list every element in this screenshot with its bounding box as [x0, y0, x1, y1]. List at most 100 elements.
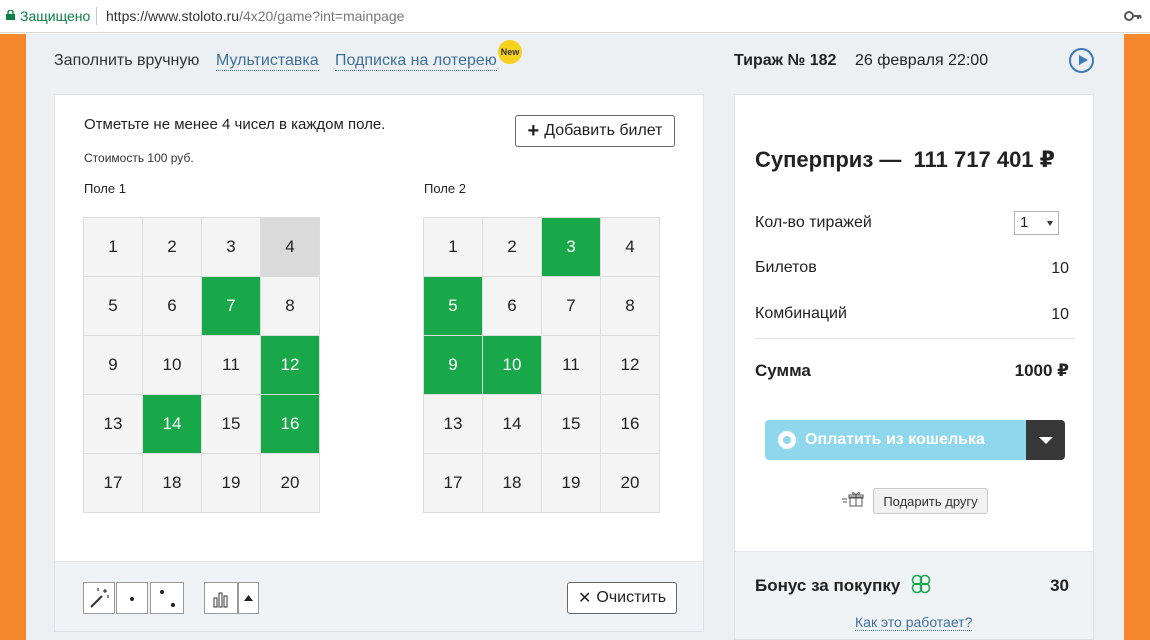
- number-cell[interactable]: 4: [601, 218, 660, 277]
- number-cell[interactable]: 3: [542, 218, 601, 277]
- number-cell[interactable]: 17: [424, 454, 483, 513]
- number-cell[interactable]: 17: [84, 454, 143, 513]
- number-cell[interactable]: 16: [601, 395, 660, 454]
- superprize-value: 111 717 401 ₽: [913, 147, 1055, 172]
- url-base: https://www.stoloto.ru: [106, 8, 240, 24]
- gift-icon: [842, 492, 864, 507]
- clear-label: Очистить: [596, 589, 667, 606]
- wallet-icon: [778, 431, 796, 449]
- number-cell[interactable]: 20: [261, 454, 320, 513]
- caret-up-icon: [244, 595, 253, 601]
- how-it-works-link[interactable]: Как это работает?: [855, 614, 973, 631]
- tab-multibet[interactable]: Мультиставка: [216, 52, 319, 71]
- bar-chart-icon: [213, 592, 228, 608]
- number-cell[interactable]: 18: [143, 454, 202, 513]
- ticket-cost: Стоимость 100 руб.: [84, 151, 194, 165]
- number-cell[interactable]: 6: [483, 277, 542, 336]
- pay-wallet-label: Оплатить из кошелька: [805, 431, 985, 448]
- number-cell[interactable]: 5: [84, 277, 143, 336]
- number-cell[interactable]: 9: [84, 336, 143, 395]
- number-cell[interactable]: 1: [424, 218, 483, 277]
- number-cell[interactable]: 8: [601, 277, 660, 336]
- payment-options-dropdown[interactable]: [1026, 420, 1065, 460]
- number-cell[interactable]: 14: [143, 395, 202, 454]
- tab-manual-fill[interactable]: Заполнить вручную: [54, 52, 199, 70]
- ticket-instruction: Отметьте не менее 4 чисел в каждом поле.: [84, 116, 386, 133]
- field-1-grid: 1 2 3 4 5 6 7 8 9 10 11 12 13 14 15 16 17 18 19 20: [83, 217, 320, 513]
- number-cell[interactable]: 6: [143, 277, 202, 336]
- two-dots-icon: [160, 590, 175, 607]
- purchase-summary-panel: Суперприз — 111 717 401 ₽ Кол-во тиражей…: [734, 94, 1094, 640]
- sum-label: Сумма: [755, 361, 811, 380]
- number-cell[interactable]: 13: [84, 395, 143, 454]
- draws-count-value: 1: [1020, 214, 1029, 231]
- number-cell[interactable]: 19: [202, 454, 261, 513]
- address-separator: [96, 7, 97, 25]
- tickets-label: Билетов: [755, 259, 817, 276]
- number-cell[interactable]: 15: [202, 395, 261, 454]
- play-icon[interactable]: [1069, 48, 1094, 73]
- field-2-label: Поле 2: [424, 181, 466, 196]
- page-side-right: [1124, 34, 1150, 640]
- stats-button[interactable]: [204, 582, 238, 614]
- expand-button[interactable]: [238, 582, 259, 614]
- superprize-label: Суперприз —: [755, 147, 902, 172]
- number-cell[interactable]: 5: [424, 277, 483, 336]
- number-cell[interactable]: 8: [261, 277, 320, 336]
- field-1-label: Поле 1: [84, 181, 126, 196]
- number-cell[interactable]: 10: [483, 336, 542, 395]
- field-2-grid: 1 2 3 4 5 6 7 8 9 10 11 12 13 14 15 16 17 18 19 20: [423, 217, 660, 513]
- number-cell[interactable]: 9: [424, 336, 483, 395]
- one-dot-icon: [130, 597, 134, 601]
- gift-friend-button[interactable]: Подарить другу: [873, 488, 988, 514]
- number-cell[interactable]: 1: [84, 218, 143, 277]
- url-path: /4x20/game?int=mainpage: [239, 8, 405, 24]
- combinations-label: Комбинаций: [755, 305, 847, 322]
- key-icon[interactable]: [1124, 9, 1142, 23]
- draws-count-select[interactable]: 1: [1014, 211, 1059, 235]
- number-cell[interactable]: 2: [143, 218, 202, 277]
- number-cell[interactable]: 7: [202, 277, 261, 336]
- number-cell[interactable]: 12: [261, 336, 320, 395]
- close-icon: ✕: [577, 590, 592, 607]
- number-cell[interactable]: 2: [483, 218, 542, 277]
- number-cell[interactable]: 11: [202, 336, 261, 395]
- clover-icon: [911, 574, 931, 594]
- chevron-down-icon: [1047, 221, 1053, 226]
- number-cell[interactable]: 10: [143, 336, 202, 395]
- number-cell[interactable]: 7: [542, 277, 601, 336]
- number-cell[interactable]: 13: [424, 395, 483, 454]
- tickets-value: 10: [1051, 260, 1069, 277]
- number-cell[interactable]: 18: [483, 454, 542, 513]
- new-badge: New: [498, 40, 522, 64]
- one-dot-button[interactable]: [116, 582, 148, 614]
- number-cell[interactable]: 3: [202, 218, 261, 277]
- superprize: Суперприз — 111 717 401 ₽: [755, 147, 1055, 173]
- secure-label: Защищено: [20, 8, 91, 24]
- number-cell[interactable]: 20: [601, 454, 660, 513]
- number-cell[interactable]: 11: [542, 336, 601, 395]
- magic-wand-button[interactable]: [83, 582, 115, 614]
- number-cell[interactable]: 15: [542, 395, 601, 454]
- magic-wand-icon: [90, 588, 109, 608]
- add-ticket-button[interactable]: + Добавить билет: [515, 115, 675, 147]
- pay-wallet-button[interactable]: Оплатить из кошелька: [765, 420, 1026, 460]
- number-cell[interactable]: 16: [261, 395, 320, 454]
- number-cell[interactable]: 4: [261, 218, 320, 277]
- combinations-value: 10: [1051, 306, 1069, 323]
- number-cell[interactable]: 19: [542, 454, 601, 513]
- summary-divider: [755, 338, 1075, 339]
- ticket-toolbar: ✕ Очистить: [55, 561, 703, 631]
- number-cell[interactable]: 14: [483, 395, 542, 454]
- two-dots-button[interactable]: [150, 582, 184, 614]
- browser-address-bar: Защищено https://www.stoloto.ru/4x20/gam…: [0, 0, 1150, 33]
- url-field[interactable]: https://www.stoloto.ru/4x20/game?int=mai…: [106, 8, 404, 24]
- draws-count-label: Кол-во тиражей: [755, 214, 872, 231]
- bonus-label: Бонус за покупку: [755, 576, 901, 595]
- clear-button[interactable]: ✕ Очистить: [567, 582, 677, 614]
- number-cell[interactable]: 12: [601, 336, 660, 395]
- draw-date: 26 февраля 22:00: [855, 52, 989, 69]
- tab-subscription[interactable]: Подписка на лотерею: [335, 52, 497, 71]
- add-ticket-label: Добавить билет: [544, 122, 663, 139]
- plus-icon: +: [527, 120, 540, 142]
